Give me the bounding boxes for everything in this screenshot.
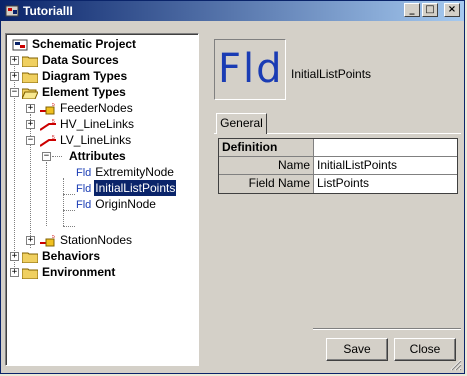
tree-item-origin-node[interactable]: Fld OriginNode [76, 196, 157, 212]
tree-label: Data Sources [42, 53, 119, 67]
tree-label: HV_LineLinks [60, 117, 135, 131]
tree-label: FeederNodes [60, 101, 133, 115]
project-icon [12, 39, 28, 51]
tree-label: ExtremityNode [95, 165, 174, 179]
svg-text:5: 5 [52, 103, 55, 108]
node-type-icon: 5 [40, 235, 55, 247]
minimize-button[interactable]: _ [404, 3, 420, 17]
app-icon [5, 5, 19, 17]
svg-text:5: 5 [52, 135, 55, 141]
tree-label: Attributes [69, 149, 126, 163]
collapse-toggle[interactable]: − [26, 136, 35, 145]
tree-label: Schematic Project [32, 37, 137, 51]
tree-item-initial-list-points[interactable]: Fld InitialListPoints [76, 179, 178, 197]
tree-item-environment[interactable]: Environment [22, 264, 116, 280]
save-button[interactable]: Save [326, 338, 388, 361]
expand-toggle[interactable]: + [10, 252, 19, 261]
tree-label: LV_LineLinks [60, 133, 132, 147]
expand-toggle[interactable]: + [10, 56, 19, 65]
property-key: Field Name [219, 175, 314, 193]
main-window: TutorialII _ □ × Schematic Project + Dat… [0, 0, 465, 374]
folder-icon [22, 252, 38, 263]
tree-item-element-types[interactable]: Element Types [22, 84, 127, 100]
field-type-icon: Fld [214, 39, 286, 100]
expand-toggle[interactable]: + [26, 104, 35, 113]
field-icon: Fld [76, 183, 92, 195]
field-icon: Fld [76, 167, 92, 179]
link-type-icon: 5 [40, 119, 56, 131]
property-row-name[interactable]: Name InitialListPoints [219, 157, 457, 175]
folder-icon [22, 56, 38, 67]
maximize-button[interactable]: □ [422, 3, 438, 17]
svg-text:5: 5 [52, 235, 55, 240]
tree-item-root[interactable]: Schematic Project [12, 36, 137, 52]
folder-icon [22, 268, 38, 279]
tab-general[interactable]: General [216, 113, 267, 134]
separator [313, 328, 461, 330]
folder-icon [22, 72, 38, 83]
selected-item-name: InitialListPoints [291, 67, 372, 81]
tree-item-lv-linelinks[interactable]: 5 LV_LineLinks [40, 132, 132, 148]
tree-item-station-nodes[interactable]: 5 StationNodes [40, 232, 133, 248]
tree-label: Behaviors [42, 249, 101, 263]
field-icon-text: Fld [218, 46, 284, 92]
resize-grip-icon[interactable] [450, 359, 462, 371]
tree-line [63, 194, 75, 195]
folder-open-icon [22, 88, 38, 99]
property-key: Name [219, 157, 314, 174]
property-value[interactable]: InitialListPoints [314, 157, 457, 174]
svg-text:5: 5 [52, 119, 55, 125]
tree-label: Environment [42, 265, 116, 279]
tree-line [63, 226, 75, 227]
field-icon: Fld [76, 199, 92, 211]
tree-item-feeder-nodes[interactable]: 5 FeederNodes [40, 100, 134, 116]
expand-toggle[interactable]: + [10, 268, 19, 277]
tree-line [63, 178, 64, 226]
project-tree[interactable]: Schematic Project + Data Sources + Diagr… [5, 33, 199, 366]
tree-item-attributes[interactable]: Attributes [68, 148, 127, 164]
tree-item-behaviors[interactable]: Behaviors [22, 248, 101, 264]
tree-label: Diagram Types [42, 69, 128, 83]
tree-item-hv-linelinks[interactable]: 5 HV_LineLinks [40, 116, 135, 132]
collapse-toggle[interactable]: − [42, 152, 51, 161]
close-button[interactable]: Close [394, 338, 456, 361]
tree-label: OriginNode [95, 197, 156, 211]
expand-toggle[interactable]: + [26, 120, 35, 129]
section-value [314, 139, 457, 156]
collapse-toggle[interactable]: − [10, 88, 19, 97]
tree-item-extremity-node[interactable]: Fld ExtremityNode [76, 164, 175, 180]
tree-label: Element Types [42, 85, 126, 99]
section-label: Definition [219, 139, 314, 156]
tree-line [46, 162, 47, 226]
window-title: TutorialII [23, 4, 73, 18]
title-bar[interactable]: TutorialII _ □ × [1, 1, 464, 21]
tree-item-diagram-types[interactable]: Diagram Types [22, 68, 128, 84]
tab-label: General [220, 116, 263, 130]
property-section-row: Definition [219, 139, 457, 157]
property-row-field-name[interactable]: Field Name ListPoints [219, 175, 457, 193]
close-window-button[interactable]: × [444, 3, 460, 17]
tree-item-data-sources[interactable]: Data Sources [22, 52, 120, 68]
expand-toggle[interactable]: + [26, 236, 35, 245]
tree-label: InitialListPoints [93, 179, 178, 197]
properties-grid[interactable]: Definition Name InitialListPoints Field … [218, 138, 458, 194]
property-value[interactable]: ListPoints [314, 175, 457, 193]
link-type-icon: 5 [40, 135, 56, 147]
tree-label: StationNodes [60, 233, 133, 247]
tree-line [63, 210, 75, 211]
tree-line [52, 156, 62, 157]
expand-toggle[interactable]: + [10, 72, 19, 81]
node-type-icon: 5 [40, 103, 55, 115]
